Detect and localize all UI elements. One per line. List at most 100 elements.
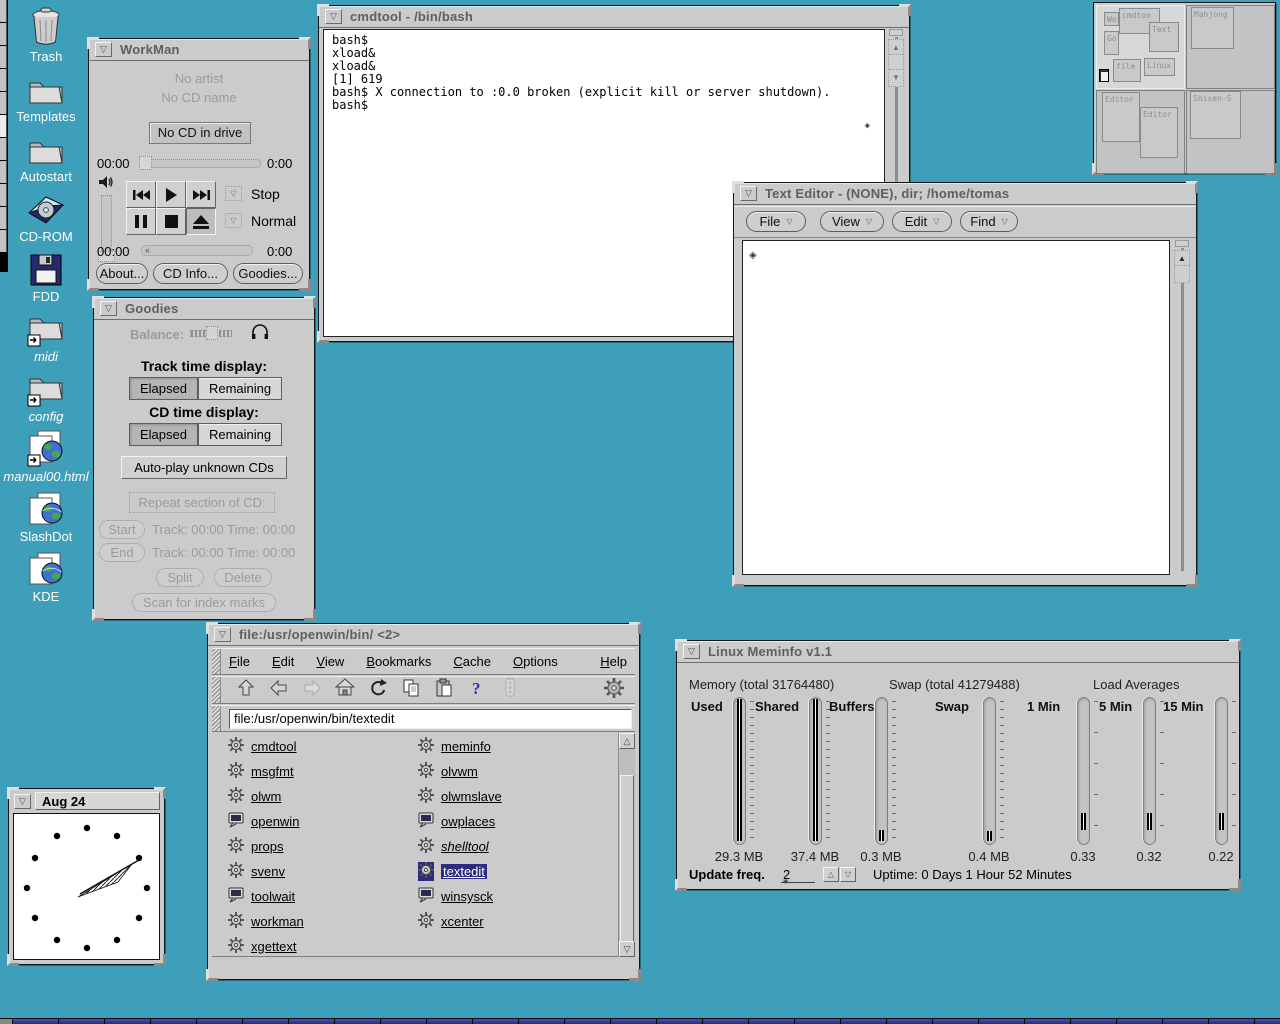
taskbar-segment[interactable] [59, 1019, 104, 1024]
file-item-meminfo[interactable]: meminfo [418, 737, 491, 756]
up-icon[interactable] [229, 678, 262, 703]
pause-button[interactable] [126, 208, 156, 235]
pager-window[interactable]: Editor [1102, 92, 1140, 142]
gear-icon[interactable] [603, 677, 625, 704]
file-item-olwm[interactable]: olwm [228, 787, 281, 806]
eject-button[interactable] [186, 208, 216, 235]
taskbar-segment[interactable] [105, 1019, 150, 1024]
cmdtool-titlebar[interactable]: ▽ cmdtool - /bin/bash [319, 6, 909, 28]
taskbar-segment[interactable] [979, 1019, 1024, 1024]
meminfo-titlebar[interactable]: ▽ Linux Meminfo v1.1 [677, 641, 1239, 663]
resize-corner[interactable] [1229, 879, 1241, 891]
scroll-up-icon[interactable]: ▲ [889, 40, 903, 55]
drag-handle[interactable] [212, 649, 221, 674]
drag-handle[interactable] [212, 706, 221, 731]
stop-button[interactable] [156, 208, 186, 235]
window-menu-button[interactable]: ▽ [14, 794, 31, 809]
texteditor-textarea[interactable]: ◈ [742, 240, 1170, 575]
play-mode-dropdown[interactable]: ▽ [225, 186, 242, 201]
texteditor-titlebar[interactable]: ▽ Text Editor - (NONE), dir; /home/tomas [734, 183, 1196, 205]
scroll-drag[interactable] [1175, 266, 1189, 281]
cd-position-slider[interactable]: « [141, 245, 253, 256]
taskbar-segment[interactable] [795, 1019, 840, 1024]
taskbar-segment[interactable] [289, 1019, 334, 1024]
pager-desktop-1[interactable]: WocmdtooTextGofileLinux [1096, 5, 1185, 89]
resize-corner[interactable] [317, 4, 329, 16]
taskbar-segment[interactable] [519, 1019, 564, 1024]
menu-file[interactable]: File [229, 654, 250, 669]
filemanager-titlebar[interactable]: ▽ file:/usr/openwin/bin/ <2> [208, 624, 639, 646]
taskbar-segment[interactable] [197, 1019, 242, 1024]
desktop-icon-kde[interactable]: KDE [2, 545, 90, 604]
shuffle-mode-dropdown[interactable]: ▽ [225, 213, 242, 228]
track-elapsed-button[interactable]: Elapsed [129, 377, 198, 400]
resize-corner[interactable] [629, 622, 641, 634]
file-item-winsysck[interactable]: winsysck [418, 887, 493, 906]
taskbar-segment[interactable] [703, 1019, 748, 1024]
taskbar-segment[interactable] [1117, 1019, 1162, 1024]
workman-titlebar[interactable]: ▽ WorkMan [89, 39, 309, 61]
repeat-section-button[interactable]: Repeat section of CD: [129, 492, 275, 513]
pager-window[interactable]: file [1113, 59, 1141, 82]
taskbar-segment[interactable] [1071, 1019, 1116, 1024]
resize-corner[interactable] [87, 279, 99, 291]
menu-view[interactable]: View [316, 654, 344, 669]
pager-iconified-window[interactable] [1099, 69, 1109, 82]
taskbar-segment[interactable] [335, 1019, 380, 1024]
resize-corner[interactable] [92, 296, 104, 308]
next-track-button[interactable] [186, 181, 216, 208]
file-item-svenv[interactable]: svenv [228, 862, 285, 881]
taskbar-segment[interactable] [1209, 1019, 1254, 1024]
resize-corner[interactable] [675, 639, 687, 651]
taskbar[interactable] [0, 1018, 1280, 1024]
taskbar-segment[interactable] [887, 1019, 932, 1024]
delete-button[interactable]: Delete [214, 568, 272, 587]
resize-corner[interactable] [92, 609, 104, 621]
pager-window[interactable]: Editor [1140, 107, 1178, 158]
taskbar-segment[interactable] [611, 1019, 656, 1024]
back-icon[interactable] [262, 678, 295, 703]
taskbar-segment[interactable] [565, 1019, 610, 1024]
menu-help[interactable]: Help [600, 654, 627, 669]
resize-corner[interactable] [675, 879, 687, 891]
menu-file[interactable]: File▽ [746, 211, 806, 232]
resize-corner[interactable] [206, 969, 218, 981]
taskbar-segment[interactable] [473, 1019, 518, 1024]
track-remaining-button[interactable]: Remaining [198, 377, 282, 400]
desktop-icon-manual00-html[interactable]: manual00.html [2, 425, 90, 484]
freq-down-button[interactable]: ▽ [840, 867, 856, 882]
forward-icon[interactable] [295, 678, 328, 703]
freq-up-button[interactable]: △ [823, 867, 839, 882]
filelist-scrollbar[interactable]: △ ▽ [618, 733, 635, 957]
file-item-owplaces[interactable]: owplaces [418, 812, 495, 831]
taskbar-segment[interactable] [151, 1019, 196, 1024]
file-item-olvwm[interactable]: olvwm [418, 762, 478, 781]
desktop-icon-midi[interactable]: midi [2, 305, 90, 364]
pager-window[interactable]: Shisen-S [1190, 91, 1241, 139]
cd-elapsed-button[interactable]: Elapsed [129, 423, 198, 446]
drag-handle[interactable] [212, 677, 221, 703]
file-item-workman[interactable]: workman [228, 912, 304, 931]
resize-corner[interactable] [87, 37, 99, 49]
pager-window[interactable]: Wo [1104, 12, 1119, 26]
file-item-textedit[interactable]: textedit [418, 862, 487, 881]
paste-icon[interactable] [427, 678, 460, 703]
resize-corner[interactable] [899, 4, 911, 16]
file-item-xcenter[interactable]: xcenter [418, 912, 484, 931]
file-item-xgettext[interactable]: xgettext [228, 937, 297, 956]
file-item-openwin[interactable]: openwin [228, 812, 299, 831]
pager-window[interactable]: Linux [1144, 58, 1175, 76]
resize-corner[interactable] [299, 37, 311, 49]
play-button[interactable] [156, 181, 186, 208]
menu-find[interactable]: Find▽ [960, 211, 1018, 232]
resize-corner[interactable] [732, 181, 744, 193]
file-item-toolwait[interactable]: toolwait [228, 887, 295, 906]
taskbar-segment[interactable] [749, 1019, 794, 1024]
repeat-end-button[interactable]: End [99, 543, 145, 562]
desktop-icon-config[interactable]: config [2, 365, 90, 424]
taskbar-segment[interactable] [1163, 1019, 1208, 1024]
pager-window[interactable]: Mahjong [1191, 7, 1234, 49]
goodies-button[interactable]: Goodies... [233, 263, 303, 284]
menu-view[interactable]: View▽ [820, 211, 884, 232]
desktop-icon-slashdot[interactable]: SlashDot [2, 485, 90, 544]
